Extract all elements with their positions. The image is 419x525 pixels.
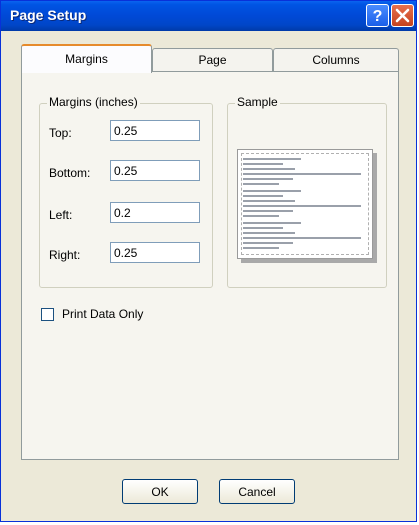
sample-text-line <box>243 205 361 207</box>
sample-text-line <box>243 232 295 234</box>
close-icon <box>395 8 410 23</box>
margins-tab-panel: Margins (inches) Top: Bottom: Left: Righ… <box>21 71 399 460</box>
left-label: Left: <box>49 208 73 222</box>
sample-text-line <box>243 178 293 180</box>
left-margin-input[interactable] <box>110 202 200 223</box>
top-margin-input[interactable] <box>110 120 200 141</box>
tab-columns[interactable]: Columns <box>273 48 399 72</box>
sample-text-line <box>243 195 283 197</box>
right-margin-input[interactable] <box>110 242 200 263</box>
ok-button[interactable]: OK <box>122 479 198 504</box>
top-label: Top: <box>49 126 72 140</box>
print-data-only-label[interactable]: Print Data Only <box>62 307 143 321</box>
bottom-margin-input[interactable] <box>110 160 200 181</box>
sample-text-line <box>243 237 361 239</box>
sample-text-line <box>243 222 301 224</box>
sample-text-line <box>243 247 279 249</box>
sample-groupbox: Sample <box>227 95 387 288</box>
cancel-button[interactable]: Cancel <box>219 479 295 504</box>
title-bar[interactable]: Page Setup ? <box>1 1 416 31</box>
margins-groupbox: Margins (inches) Top: Bottom: Left: Righ… <box>39 95 213 288</box>
tab-margins[interactable]: Margins <box>21 44 152 73</box>
bottom-label: Bottom: <box>49 166 91 180</box>
sample-text-line <box>243 163 283 165</box>
tab-page[interactable]: Page <box>152 48 273 72</box>
print-data-only-checkbox[interactable] <box>41 308 54 321</box>
help-button[interactable]: ? <box>366 4 389 27</box>
window-title: Page Setup <box>10 7 87 23</box>
svg-text:?: ? <box>373 8 383 24</box>
sample-text-line <box>243 190 301 192</box>
help-icon: ? <box>373 8 383 24</box>
sample-text-line <box>243 158 301 160</box>
tab-strip: Margins Page Columns <box>21 44 399 73</box>
sample-text-line <box>243 173 361 175</box>
sample-text-line <box>243 168 295 170</box>
right-label: Right: <box>49 248 81 262</box>
sample-page-preview <box>237 149 373 259</box>
sample-text-line <box>243 210 293 212</box>
close-button[interactable] <box>391 4 414 27</box>
margins-group-title: Margins (inches) <box>47 95 140 109</box>
sample-group-title: Sample <box>235 95 280 109</box>
sample-text-line <box>243 227 283 229</box>
page-setup-dialog: Page Setup ? Margins Page Columns Margin… <box>0 0 417 522</box>
sample-text-line <box>243 215 279 217</box>
sample-text-line <box>243 242 293 244</box>
sample-text-line <box>243 200 295 202</box>
sample-text-line <box>243 183 279 185</box>
